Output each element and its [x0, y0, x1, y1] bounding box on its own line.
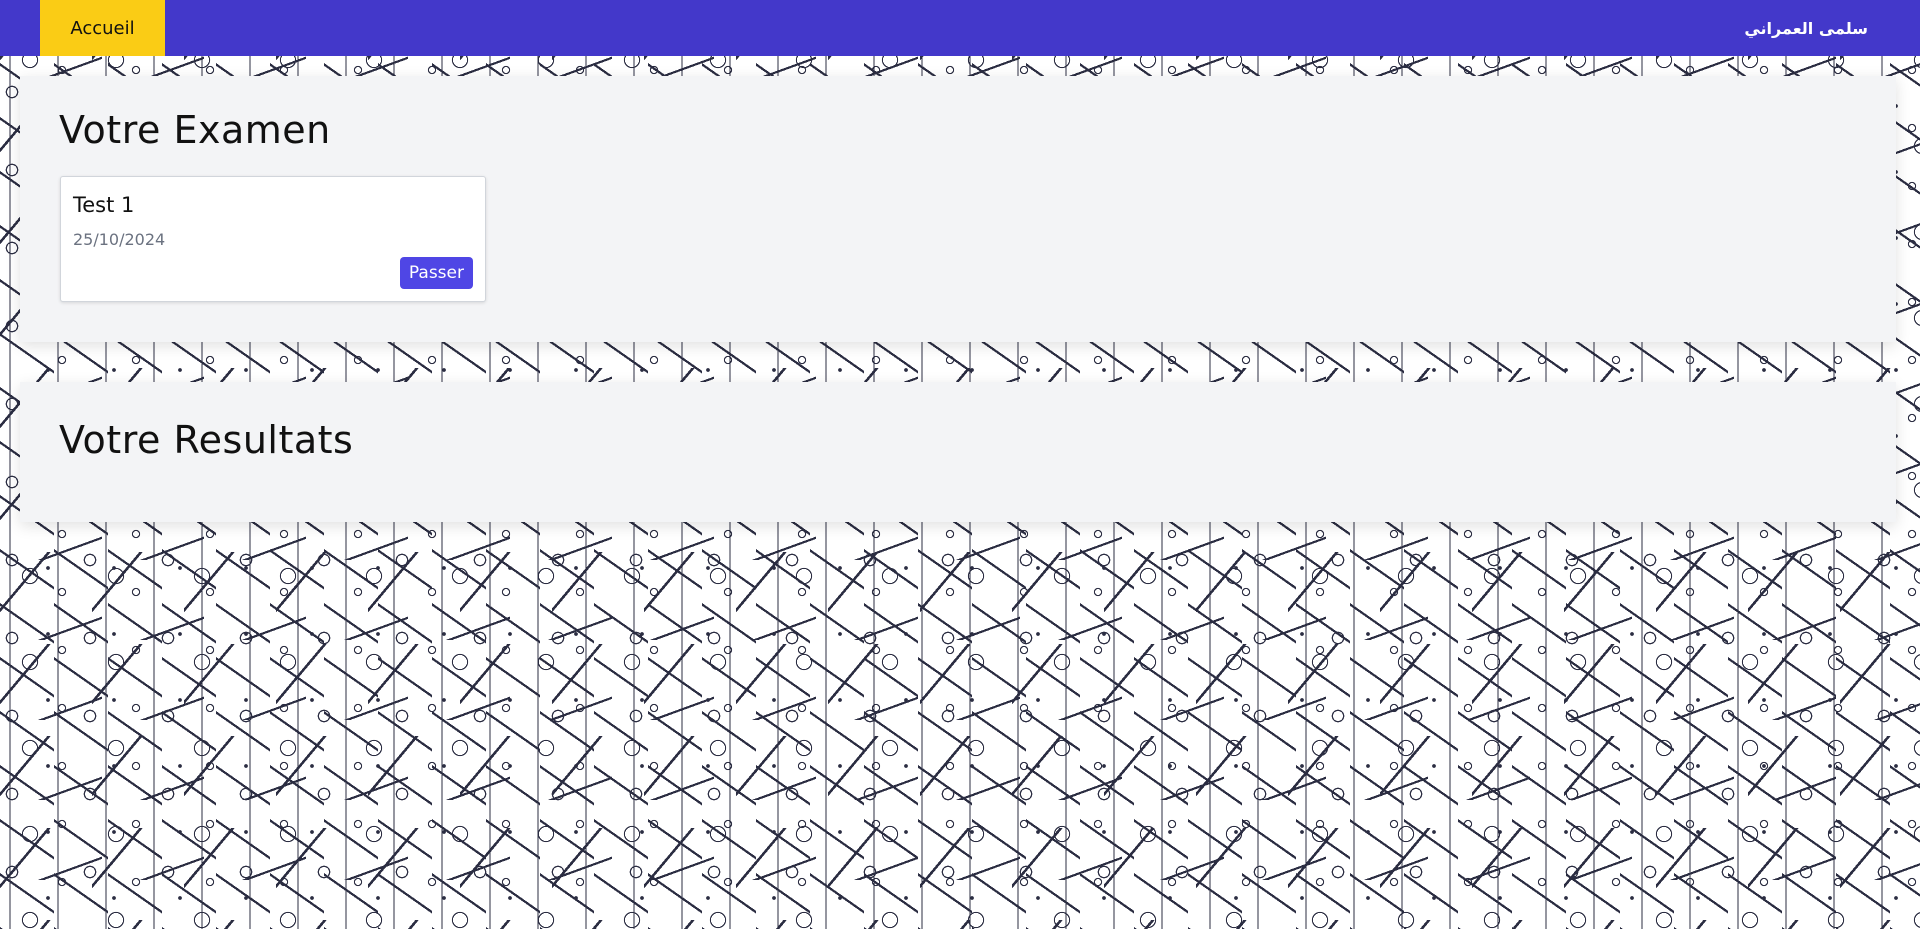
- results-panel: Votre Resultats: [20, 382, 1896, 522]
- exams-panel: Votre Examen Test 1 25/10/2024 Passer: [20, 76, 1896, 342]
- exam-card: Test 1 25/10/2024 Passer: [60, 176, 486, 302]
- exams-title: Votre Examen: [59, 108, 331, 152]
- pass-exam-button[interactable]: Passer: [399, 257, 473, 289]
- exam-title: Test 1: [73, 193, 135, 217]
- exam-date: 25/10/2024: [73, 230, 166, 249]
- nav-user-name[interactable]: سلمى العمراني: [1744, 0, 1868, 56]
- results-title: Votre Resultats: [59, 418, 354, 462]
- nav-home-link[interactable]: Accueil: [40, 0, 165, 56]
- top-navbar: Accueil سلمى العمراني: [0, 0, 1920, 56]
